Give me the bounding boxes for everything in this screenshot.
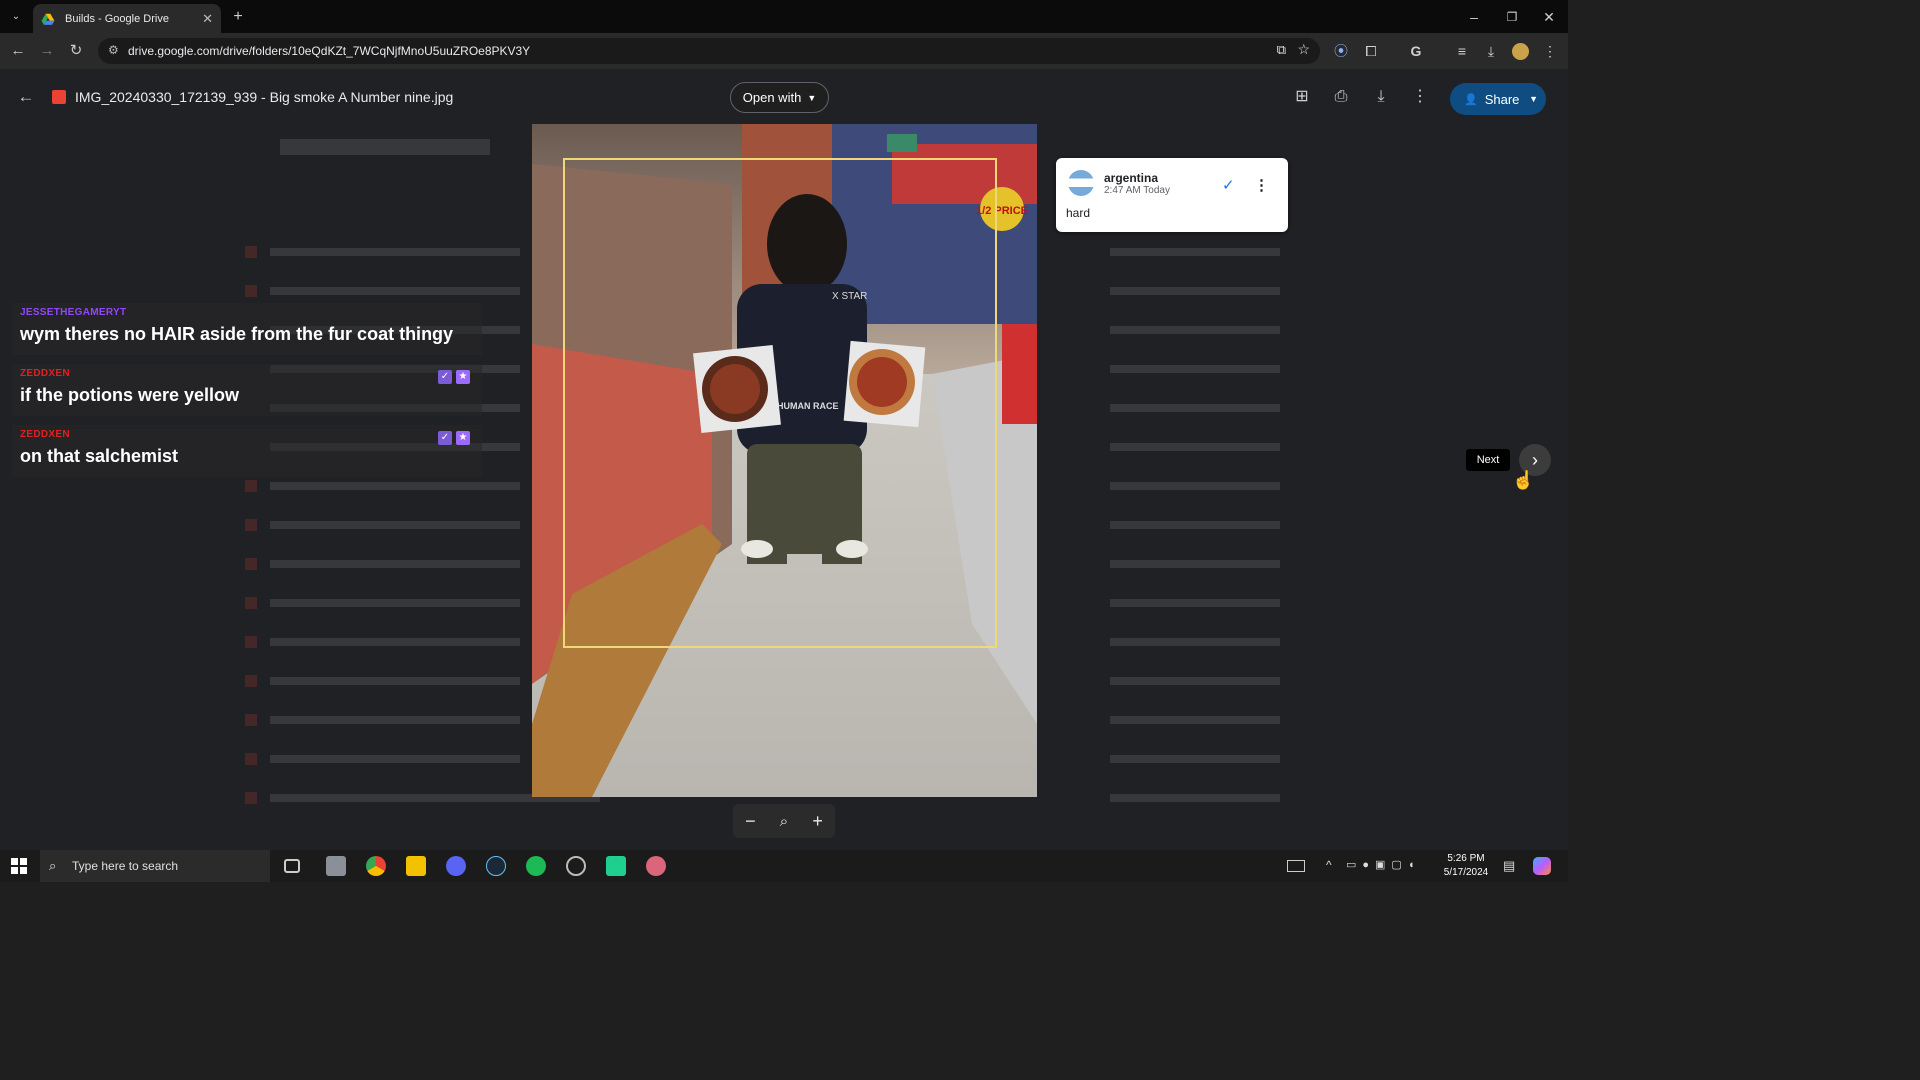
supermarket-photo: 1/2 PRICE X STAR HUMAN RACE bbox=[532, 124, 1037, 797]
tray-icons: ▭●▣▢◖ bbox=[1346, 859, 1421, 871]
url-input[interactable]: ⚙ drive.google.com/drive/folders/10eQdKZ… bbox=[98, 38, 1320, 64]
share-dropdown-icon[interactable]: ▼ bbox=[1529, 94, 1538, 104]
more-actions-icon[interactable]: ⋮ bbox=[1411, 88, 1429, 106]
resolve-check-icon[interactable]: ✓ bbox=[1222, 176, 1235, 194]
app-game-icon[interactable] bbox=[646, 856, 666, 876]
share-label: Share bbox=[1484, 91, 1520, 107]
chat-username: ZEDDXEN bbox=[20, 368, 70, 379]
install-app-icon[interactable]: ⧉ bbox=[1277, 42, 1286, 58]
url-text: drive.google.com/drive/folders/10eQdKZt_… bbox=[128, 44, 531, 58]
mouse-cursor-icon: ☝ bbox=[1512, 470, 1535, 490]
clock-date: 5/17/2024 bbox=[1443, 867, 1489, 878]
chat-username: JESSETHEGAMERYT bbox=[20, 307, 127, 318]
verified-badge-icon: ✓ bbox=[438, 370, 452, 384]
argentina-flag-avatar bbox=[1068, 170, 1094, 196]
dropdown-caret-icon: ▼ bbox=[807, 92, 817, 103]
open-with-button[interactable]: Open with ▼ bbox=[730, 82, 829, 113]
image-file-icon bbox=[52, 90, 66, 104]
windows-taskbar: ⌕ Type here to search ^ ▭●▣▢◖ 5:26 PM 5/… bbox=[0, 850, 1568, 882]
chat-message: JESSETHEGAMERYT wym theres no HAIR aside… bbox=[12, 303, 482, 355]
forward-icon[interactable]: → bbox=[38, 42, 56, 60]
spotify-icon[interactable] bbox=[526, 856, 546, 876]
site-info-icon[interactable]: ⚙ bbox=[108, 43, 119, 57]
exit-sign-icon bbox=[887, 134, 917, 152]
new-tab-icon[interactable]: + bbox=[229, 8, 247, 26]
tab-list-icon[interactable]: ⌄ bbox=[7, 8, 25, 26]
profile-avatar[interactable] bbox=[1512, 43, 1529, 60]
chat-text: on that salchemist bbox=[20, 446, 179, 466]
obs-icon[interactable] bbox=[566, 856, 586, 876]
taskbar-clock[interactable]: 5:26 PM 5/17/2024 bbox=[1440, 852, 1492, 880]
steam-icon[interactable] bbox=[486, 856, 506, 876]
comment-text: hard bbox=[1066, 206, 1091, 220]
half-price-sign-text: 1/2 PRICE bbox=[976, 205, 1028, 217]
browser-tab-bar: ⌄ Builds - Google Drive ✕ + – ❐ ✕ bbox=[0, 0, 1568, 33]
next-tooltip: Next bbox=[1466, 449, 1510, 471]
file-explorer-icon[interactable] bbox=[406, 856, 426, 876]
minimize-icon[interactable]: – bbox=[1465, 8, 1483, 26]
zoom-in-icon[interactable]: + bbox=[812, 811, 823, 832]
download-icon[interactable]: ⤓ bbox=[1372, 88, 1390, 106]
chevron-right-icon: › bbox=[1532, 449, 1538, 470]
chrome-icon[interactable] bbox=[366, 856, 386, 876]
chat-text: if the potions were yellow bbox=[20, 385, 240, 405]
star-badge-icon: ★ bbox=[456, 431, 470, 445]
zoom-magnifier-icon[interactable]: ⌕ bbox=[780, 813, 788, 830]
windows-start-icon[interactable] bbox=[11, 858, 27, 874]
comment-more-icon[interactable]: ⋮ bbox=[1254, 176, 1269, 194]
tray-chevron-icon[interactable]: ^ bbox=[1326, 858, 1332, 872]
share-people-icon: 👤 bbox=[1464, 93, 1478, 106]
notifications-icon[interactable]: ▤ bbox=[1503, 858, 1515, 874]
browser-menu-icon[interactable]: ⋮ bbox=[1541, 42, 1559, 60]
close-tab-icon[interactable]: ✕ bbox=[202, 11, 213, 27]
google-extension-icon[interactable]: G bbox=[1407, 42, 1425, 60]
google-drive-icon bbox=[41, 13, 55, 25]
shirt-text: HUMAN RACE bbox=[777, 401, 839, 411]
clock-time: 5:26 PM bbox=[1447, 853, 1485, 864]
restore-icon[interactable]: ❐ bbox=[1503, 8, 1521, 26]
close-window-icon[interactable]: ✕ bbox=[1540, 8, 1558, 26]
comment-time: 2:47 AM Today bbox=[1104, 185, 1170, 196]
tab-title: Builds - Google Drive bbox=[65, 12, 169, 25]
zoom-out-icon[interactable]: − bbox=[745, 811, 756, 832]
chat-text: wym theres no HAIR aside from the fur co… bbox=[20, 324, 454, 344]
taskbar-search[interactable]: ⌕ Type here to search bbox=[40, 850, 270, 882]
reload-icon[interactable]: ↻ bbox=[67, 42, 85, 60]
downloads-icon[interactable]: ⤓ bbox=[1482, 42, 1500, 60]
zoom-controls: − ⌕ + bbox=[733, 804, 835, 838]
extensions-puzzle-icon[interactable]: ⧠ bbox=[1362, 42, 1380, 60]
comment-card[interactable]: argentina 2:47 AM Today ✓ ⋮ hard bbox=[1056, 158, 1288, 232]
task-view-icon[interactable] bbox=[284, 859, 300, 873]
verified-badge-icon: ✓ bbox=[438, 431, 452, 445]
chat-message: ZEDDXEN if the potions were yellow ✓ ★ bbox=[12, 364, 482, 416]
back-icon[interactable]: ← bbox=[9, 42, 27, 60]
print-icon[interactable]: ⎙ bbox=[1332, 88, 1350, 106]
chat-username: ZEDDXEN bbox=[20, 429, 70, 440]
copilot-icon[interactable] bbox=[1533, 857, 1551, 875]
preview-image[interactable]: 1/2 PRICE X STAR HUMAN RACE bbox=[532, 124, 1037, 797]
discord-icon[interactable] bbox=[446, 856, 466, 876]
shirt-brand-text: X STAR bbox=[832, 291, 867, 302]
viewer-back-icon[interactable]: ← bbox=[17, 88, 35, 106]
app-green-icon[interactable] bbox=[606, 856, 626, 876]
browser-tab[interactable]: Builds - Google Drive ✕ bbox=[33, 4, 221, 33]
share-button[interactable]: 👤 Share ▼ bbox=[1450, 83, 1546, 115]
search-icon: ⌕ bbox=[49, 858, 57, 873]
chat-message: ZEDDXEN on that salchemist ✓ ★ bbox=[12, 425, 482, 477]
extension-audio-icon[interactable]: ⦿ bbox=[1332, 42, 1350, 60]
open-with-label: Open with bbox=[742, 90, 802, 105]
bookmark-star-icon[interactable]: ☆ bbox=[1297, 41, 1310, 58]
star-badge-icon: ★ bbox=[456, 370, 470, 384]
media-control-icon[interactable]: ≡ bbox=[1453, 42, 1471, 60]
add-comment-icon[interactable]: ⊞ bbox=[1293, 88, 1311, 106]
address-bar-row: ← → ↻ ⚙ drive.google.com/drive/folders/1… bbox=[0, 33, 1568, 69]
search-placeholder: Type here to search bbox=[72, 859, 179, 873]
comment-author: argentina bbox=[1104, 171, 1159, 185]
keyboard-icon[interactable] bbox=[1287, 860, 1305, 872]
file-app-icon[interactable] bbox=[326, 856, 346, 876]
file-name-title: IMG_20240330_172139_939 - Big smoke A Nu… bbox=[75, 89, 454, 105]
